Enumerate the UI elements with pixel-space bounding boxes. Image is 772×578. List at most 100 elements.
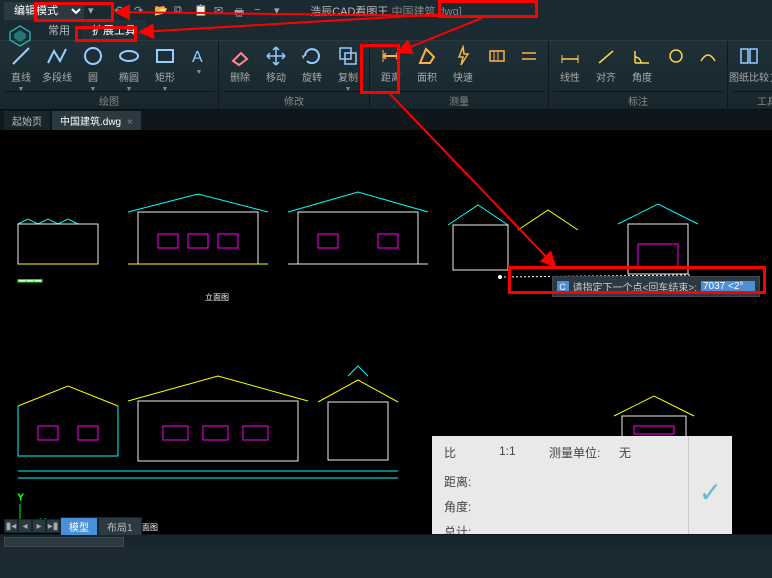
dim2-icon [518, 45, 540, 67]
quick-button[interactable]: 快速 [446, 43, 480, 91]
textbox-button[interactable]: F文字套 [768, 43, 772, 91]
copy-button[interactable]: 复制▼ [331, 43, 365, 91]
measure-panel: 比 1:1 测量单位: 无 距离: 角度: 总计: ✓ [432, 436, 732, 548]
ellipse-button[interactable]: 椭圆▼ [112, 43, 146, 91]
print-icon[interactable]: 🖶 [234, 4, 248, 18]
tab-common[interactable]: 常用 [38, 20, 80, 40]
dist-label: 距离: [444, 473, 499, 490]
line-icon [10, 45, 32, 67]
tab-next-icon[interactable]: ▸ [32, 519, 46, 533]
ribbon-group-annot: 线性 对齐 角度 标注 [549, 41, 728, 109]
unit-value: 无 [619, 444, 631, 461]
duplicate-icon [337, 45, 359, 67]
window-title: 浩辰CAD看图王 中国建筑.dwg] [310, 3, 462, 19]
command-prompt: C 请指定下一个点<回车结束>: [552, 276, 760, 297]
dim-icon [486, 45, 508, 67]
polyline-button[interactable]: 多段线 [40, 43, 74, 91]
leader-icon [665, 45, 687, 67]
move-button[interactable]: 移动 [259, 43, 293, 91]
ratio-value: 1:1 [499, 444, 549, 461]
mode-combo[interactable]: 编辑模式 [4, 2, 84, 20]
undo-icon[interactable]: ↶ [114, 4, 128, 18]
ribbon-group-tools: 图纸比较 F文字套 工具 [728, 41, 772, 109]
horizontal-scrollbar[interactable] [0, 534, 772, 548]
unit-label: 测量单位: [549, 444, 619, 461]
move-icon [265, 45, 287, 67]
ribbon-group-modify: 删除 移动 旋转 复制▼ 修改 [219, 41, 370, 109]
prompt-logo-icon: C [557, 281, 569, 293]
document-tabs: 起始页 中国建筑.dwg× [0, 110, 772, 130]
group-label-tools: 工具 [732, 91, 772, 109]
tab-last-icon[interactable]: ▸▮ [46, 519, 60, 533]
line-button[interactable]: 直线▼ [4, 43, 38, 91]
aligned-dim-button[interactable]: 对齐 [589, 43, 623, 91]
ribbon-group-draw: 直线▼ 多段线 圆▼ 椭圆▼ 矩形▼ A▼ 绘图 [0, 41, 219, 109]
group-label-draw: 绘图 [4, 91, 214, 109]
check-icon: ✓ [699, 476, 722, 509]
group-label-modify: 修改 [223, 91, 365, 109]
close-tab-icon[interactable]: × [127, 117, 133, 128]
angle-label: 角度: [444, 498, 499, 515]
angle-dim-icon [631, 45, 653, 67]
polyline-icon [46, 45, 68, 67]
drawing-canvas[interactable]: ▬▬▬ [0, 130, 772, 548]
circle-button[interactable]: 圆▼ [76, 43, 110, 91]
linear-dim-button[interactable]: 线性 [553, 43, 587, 91]
text-icon: A [188, 45, 210, 67]
ribbon-tabs: 常用 扩展工具 [0, 22, 772, 40]
rect-icon [154, 45, 176, 67]
dropdown-icon[interactable]: ▾ [88, 4, 102, 18]
distance-button[interactable]: 距离 [374, 43, 408, 91]
ellipse-icon [118, 45, 140, 67]
area-icon [416, 45, 438, 67]
distance-icon [380, 45, 402, 67]
group-label-measure: 测量 [374, 91, 544, 109]
paste-icon[interactable]: 📋 [194, 4, 208, 18]
quick-access-toolbar: 编辑模式 ▾ ↶ ↷ 📂 ⧉ 📋 ✉ 🖶 − ▾ 浩辰CAD看图王 中国建筑.d… [0, 0, 772, 22]
text-button[interactable]: A▼ [184, 43, 214, 91]
aligned-dim-icon [595, 45, 617, 67]
redo-icon[interactable]: ↷ [134, 4, 148, 18]
quick-icon [452, 45, 474, 67]
doctab-start[interactable]: 起始页 [4, 111, 50, 130]
tab-prev-icon[interactable]: ◂ [18, 519, 32, 533]
measure-more-button1[interactable] [482, 43, 512, 91]
svg-text:▬▬▬: ▬▬▬ [18, 275, 42, 284]
group-label-annot: 标注 [553, 91, 723, 109]
erase-icon [229, 45, 251, 67]
prompt-input[interactable] [701, 281, 755, 292]
annot-more1[interactable] [661, 43, 691, 91]
angle-dim-button[interactable]: 角度 [625, 43, 659, 91]
delete-button[interactable]: 删除 [223, 43, 257, 91]
rotate-icon [301, 45, 323, 67]
section-label-1: 立面图 [205, 292, 229, 302]
ribbon-group-measure: 距离 面积 快速 测量 [370, 41, 549, 109]
tab-model[interactable]: 模型 [60, 517, 98, 536]
tab-first-icon[interactable]: ▮◂ [4, 519, 18, 533]
confirm-button[interactable]: ✓ [688, 436, 732, 548]
svg-text:A: A [192, 49, 203, 66]
ratio-label: 比 [444, 444, 499, 461]
scroll-thumb[interactable] [4, 537, 124, 547]
mail-icon[interactable]: ✉ [214, 4, 228, 18]
prompt-text: 请指定下一个点<回车结束>: [573, 279, 697, 294]
tab-layout1[interactable]: 布局1 [98, 517, 142, 536]
copy-icon[interactable]: ⧉ [174, 4, 188, 18]
measure-more-button2[interactable] [514, 43, 544, 91]
annot-more2[interactable] [693, 43, 723, 91]
more-icon[interactable]: ▾ [274, 4, 288, 18]
compare-icon [738, 45, 760, 67]
minus-icon[interactable]: − [254, 4, 268, 18]
ribbon: 直线▼ 多段线 圆▼ 椭圆▼ 矩形▼ A▼ 绘图 删除 移动 旋转 复制▼ 修改… [0, 40, 772, 110]
svg-text:Y: Y [18, 493, 24, 502]
linear-dim-icon [559, 45, 581, 67]
rotate-button[interactable]: 旋转 [295, 43, 329, 91]
circle-icon [82, 45, 104, 67]
tab-ext-tools[interactable]: 扩展工具 [82, 20, 146, 40]
layout-tabs: ▮◂ ◂ ▸ ▸▮ 模型 布局1 [4, 518, 142, 534]
area-button[interactable]: 面积 [410, 43, 444, 91]
open-icon[interactable]: 📂 [154, 4, 168, 18]
doctab-file[interactable]: 中国建筑.dwg× [52, 111, 141, 130]
rect-button[interactable]: 矩形▼ [148, 43, 182, 91]
compare-button[interactable]: 图纸比较 [732, 43, 766, 91]
